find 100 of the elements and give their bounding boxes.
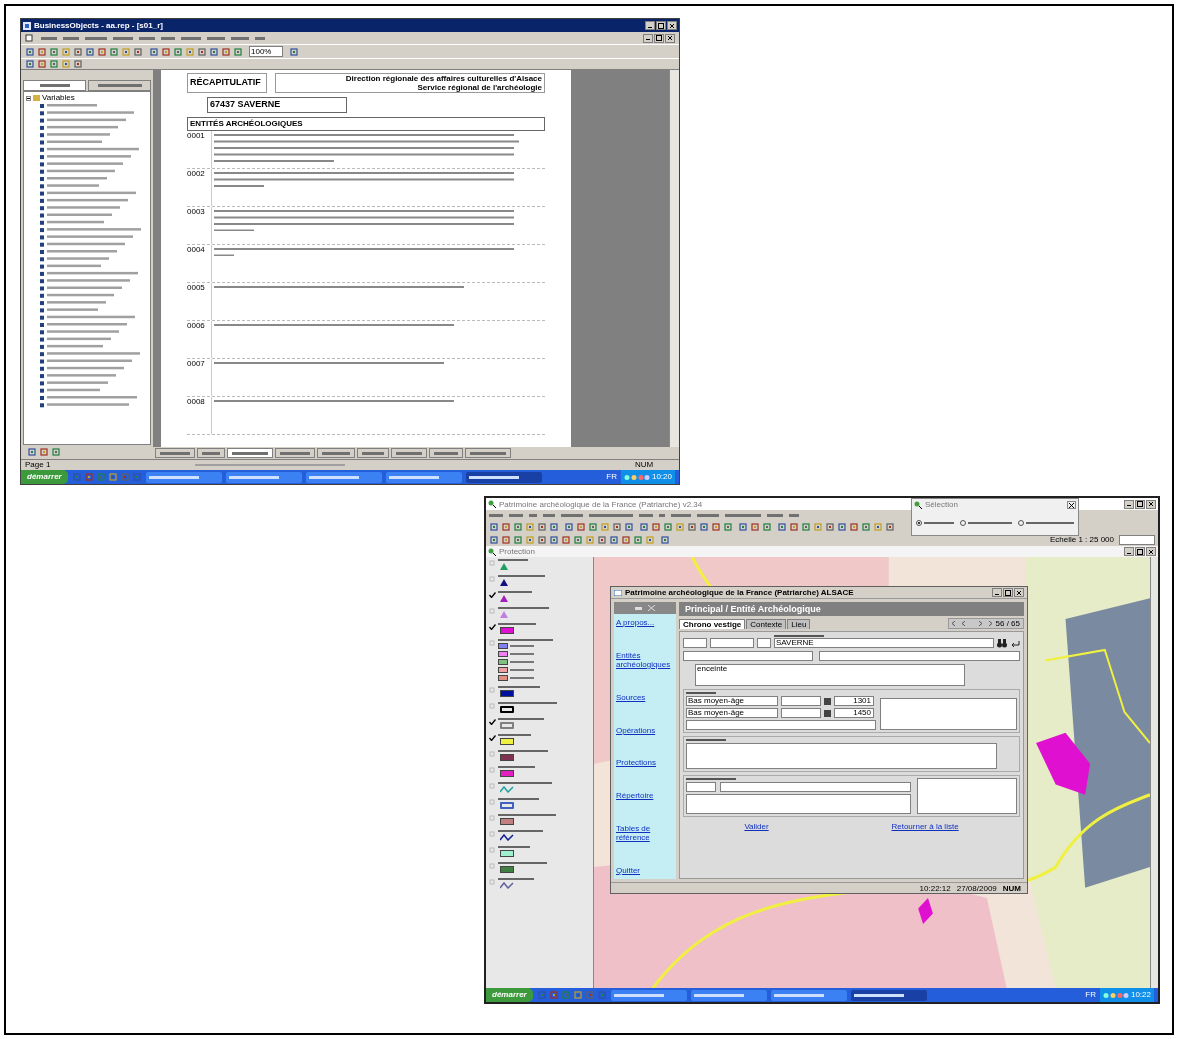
toolbar-button[interactable] — [25, 46, 35, 57]
toolbar-button[interactable] — [121, 46, 131, 57]
taskbar-task[interactable] — [770, 989, 847, 1001]
list-box[interactable] — [686, 794, 911, 814]
panel-tab[interactable] — [23, 80, 86, 91]
toolbar-button[interactable] — [109, 46, 119, 57]
toolbar-button[interactable] — [107, 472, 118, 482]
taskbar-task[interactable] — [465, 471, 542, 483]
check-icon[interactable] — [488, 592, 496, 598]
report-tab[interactable] — [317, 448, 355, 458]
toolbar-button[interactable] — [197, 46, 207, 57]
toolbar-button[interactable] — [561, 534, 571, 545]
minimize-button[interactable] — [645, 21, 655, 30]
toolbar-button[interactable] — [849, 521, 859, 532]
panel-tab[interactable] — [88, 80, 151, 91]
toolbar-button[interactable] — [801, 521, 811, 532]
report-tab[interactable] — [357, 448, 389, 458]
toolbar-button[interactable] — [825, 521, 835, 532]
empty-checkbox-icon[interactable] — [488, 799, 496, 805]
toolbar-button[interactable] — [687, 521, 697, 532]
close-button[interactable] — [1146, 547, 1156, 556]
empty-checkbox-icon[interactable] — [488, 560, 496, 566]
minimize-button[interactable] — [643, 33, 653, 43]
toolbar-button[interactable] — [501, 534, 511, 545]
maximize-button[interactable] — [654, 33, 664, 43]
navigation-link[interactable]: Sources — [616, 692, 676, 702]
maximize-button[interactable] — [1135, 547, 1145, 556]
empty-checkbox-icon[interactable] — [488, 879, 496, 885]
report-tab[interactable] — [391, 448, 427, 458]
report-tab[interactable] — [465, 448, 511, 458]
close-button[interactable] — [1146, 499, 1156, 509]
toolbar-button[interactable] — [762, 521, 772, 532]
empty-checkbox-icon[interactable] — [488, 703, 496, 709]
list-box[interactable] — [686, 743, 997, 769]
toolbar-button[interactable] — [27, 447, 37, 457]
form-tab[interactable]: Contexte — [746, 619, 787, 629]
taskbar-task[interactable] — [305, 471, 382, 483]
toolbar-button[interactable] — [738, 521, 748, 532]
toolbar-button[interactable] — [83, 472, 94, 482]
navigation-link[interactable]: A propos... — [616, 618, 676, 627]
text-field[interactable] — [683, 638, 707, 648]
check-icon[interactable] — [488, 735, 496, 741]
form-tab[interactable]: Lieu — [787, 619, 811, 629]
report-tab[interactable] — [155, 448, 195, 458]
taskbar-task[interactable] — [145, 471, 222, 483]
check-icon[interactable] — [488, 624, 496, 630]
toolbar-button[interactable] — [564, 521, 574, 532]
text-field[interactable] — [710, 638, 754, 648]
toolbar-button[interactable] — [221, 46, 231, 57]
report-tab[interactable] — [429, 448, 463, 458]
toolbar-button[interactable] — [489, 534, 499, 545]
toolbar-button[interactable] — [585, 534, 595, 545]
empty-checkbox-icon[interactable] — [488, 640, 496, 646]
dropdown-field[interactable] — [720, 782, 911, 792]
toolbar-button[interactable] — [161, 46, 171, 57]
toolbar-button[interactable] — [173, 46, 183, 57]
toolbar-button[interactable] — [233, 46, 243, 57]
maximize-button[interactable] — [1003, 588, 1013, 597]
minimize-button[interactable] — [1124, 499, 1134, 509]
toolbar-button[interactable] — [597, 534, 607, 545]
navigation-link[interactable]: Entités archéologiques — [616, 650, 676, 669]
toolbar-button[interactable] — [885, 521, 895, 532]
start-button[interactable]: démarrer — [486, 988, 533, 1002]
toolbar-button[interactable] — [633, 534, 643, 545]
empty-checkbox-icon[interactable] — [488, 767, 496, 773]
toolbar-button[interactable] — [723, 521, 733, 532]
dropdown-field[interactable] — [686, 720, 876, 730]
text-field[interactable] — [819, 651, 1020, 661]
empty-checkbox-icon[interactable] — [488, 576, 496, 582]
toolbar-button[interactable] — [501, 521, 511, 532]
toolbar-button[interactable] — [537, 534, 547, 545]
toolbar-button[interactable] — [525, 534, 535, 545]
toolbar-button[interactable] — [624, 521, 634, 532]
toolbar-button[interactable] — [548, 990, 559, 1000]
start-button[interactable]: démarrer — [21, 470, 68, 484]
toolbar-button[interactable] — [651, 521, 661, 532]
toolbar-button[interactable] — [149, 46, 159, 57]
empty-checkbox-icon[interactable] — [488, 608, 496, 614]
year-field[interactable]: 1450 — [834, 708, 874, 718]
navigation-link[interactable]: Protections — [616, 758, 676, 768]
toolbar-button[interactable] — [588, 521, 598, 532]
toolbar-button[interactable] — [645, 534, 655, 545]
empty-checkbox-icon[interactable] — [488, 783, 496, 789]
close-button[interactable] — [1067, 501, 1076, 509]
toolbar-button[interactable] — [612, 521, 622, 532]
dropdown-field[interactable]: SAVERNE — [774, 638, 994, 648]
close-button[interactable] — [665, 33, 675, 43]
toolbar-button[interactable] — [777, 521, 787, 532]
report-tab[interactable] — [227, 448, 273, 458]
toolbar-button[interactable] — [209, 46, 219, 57]
toolbar-button[interactable] — [549, 521, 559, 532]
dropdown-field[interactable]: Bas moyen-âge — [686, 696, 778, 706]
close-button[interactable] — [1014, 588, 1024, 597]
toolbar-button[interactable] — [61, 46, 71, 57]
list-box[interactable] — [917, 778, 1017, 814]
maximize-button[interactable] — [1135, 499, 1145, 509]
toolbar-button[interactable] — [49, 46, 59, 57]
tree-item[interactable]: Variables — [42, 93, 75, 103]
dropdown-field[interactable] — [781, 696, 821, 706]
check-icon[interactable] — [488, 719, 496, 725]
